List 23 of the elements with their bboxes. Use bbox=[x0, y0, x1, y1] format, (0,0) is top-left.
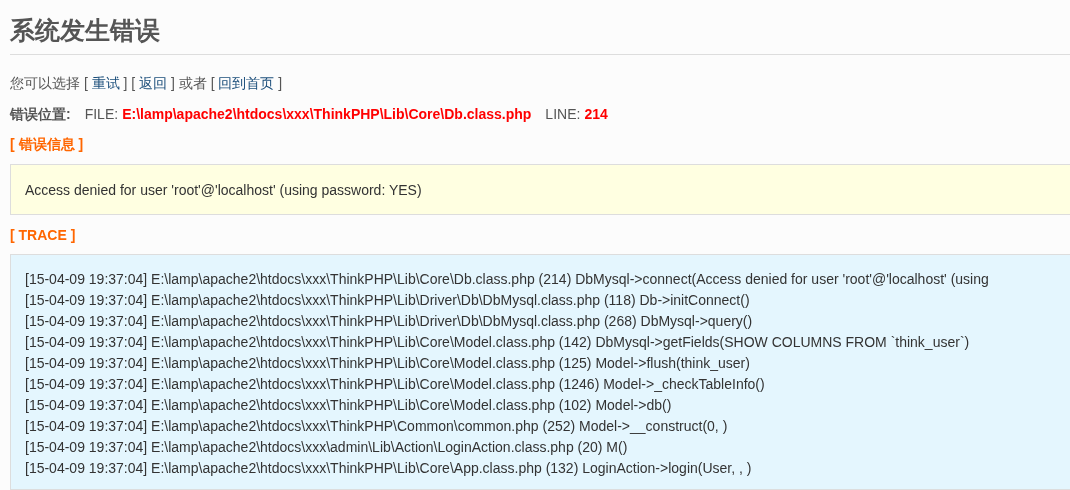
trace-heading: [ TRACE ] bbox=[10, 227, 76, 243]
error-message: Access denied for user 'root'@'localhost' (using password: YES) bbox=[10, 164, 1070, 215]
trace-line: [15-04-09 19:37:04] E:\lamp\apache2\htdocs\xxx\ThinkPHP\Lib\Core\Model.class.php (102) Model->db() bbox=[25, 396, 672, 415]
option-link[interactable]: 回到首页 bbox=[218, 75, 275, 91]
location-label: 错误位置: bbox=[10, 105, 71, 124]
trace-line: [15-04-09 19:37:04] E:\lamp\apache2\htdocs\xxx\admin\Lib\Action\LoginAction.class.php (20) M() bbox=[25, 438, 628, 457]
option-link[interactable]: 返回 bbox=[139, 75, 168, 91]
trace-line: [15-04-09 19:37:04] E:\lamp\apache2\htdocs\xxx\ThinkPHP\Common\common.php (252) Model->__construct(0, ) bbox=[25, 417, 728, 436]
line-number: 214 bbox=[584, 105, 608, 124]
file-path: E:\lamp\apache2\htdocs\xxx\ThinkPHP\Lib\Core\Db.class.php bbox=[122, 105, 532, 124]
error-heading: [ 错误信息 ] bbox=[10, 136, 84, 152]
trace-line: [15-04-09 19:37:04] E:\lamp\apache2\htdocs\xxx\ThinkPHP\Lib\Core\Model.class.php (125) Model->flush(think_user) bbox=[25, 354, 750, 373]
trace-line: [15-04-09 19:37:04] E:\lamp\apache2\htdocs\xxx\ThinkPHP\Lib\Driver\Db\DbMysql.class.php (118) Db->initConnect() bbox=[25, 291, 750, 310]
trace-line: [15-04-09 19:37:04] E:\lamp\apache2\htdocs\xxx\ThinkPHP\Lib\Driver\Db\DbMysql.class.php (268) DbMysql->query() bbox=[25, 312, 753, 331]
page-title: 系统发生错误 bbox=[10, 15, 160, 46]
trace-line: [15-04-09 19:37:04] E:\lamp\apache2\htdocs\xxx\ThinkPHP\Lib\Core\App.class.php (132) LoginAction->login(User, , ) bbox=[25, 459, 752, 478]
options-sentence: 您可以选择 [ 重试 ] [ 返回 ] 或者 [ 回到首页 ] bbox=[10, 75, 283, 91]
trace-line: [15-04-09 19:37:04] E:\lamp\apache2\htdocs\xxx\ThinkPHP\Lib\Core\Db.class.php (214) DbMysql->connect(Access denied for user 'root'@'localhost' (using bbox=[25, 270, 989, 289]
option-link[interactable]: 重试 bbox=[91, 75, 120, 91]
trace-line: [15-04-09 19:37:04] E:\lamp\apache2\htdocs\xxx\ThinkPHP\Lib\Core\Model.class.php (1246) Model->_checkTableInfo() bbox=[25, 375, 765, 394]
trace-line: [15-04-09 19:37:04] E:\lamp\apache2\htdocs\xxx\ThinkPHP\Lib\Core\Model.class.php (142) DbMysql->getFields(SHOW COLUMNS FROM `think_user`) bbox=[25, 333, 970, 352]
line-label: LINE: bbox=[545, 105, 581, 124]
file-label: FILE: bbox=[84, 105, 119, 124]
